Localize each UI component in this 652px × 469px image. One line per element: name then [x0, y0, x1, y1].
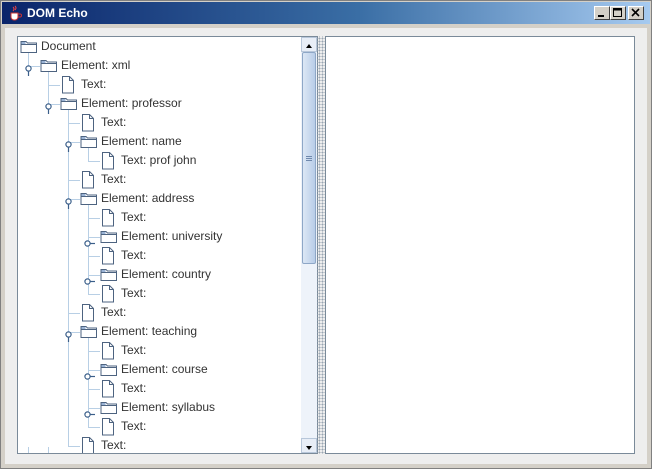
title-bar[interactable]: DOM Echo: [2, 2, 650, 24]
scrollbar-thumb[interactable]: [302, 52, 316, 264]
tree-connector-line: [88, 161, 100, 162]
tree-scroll-pane: Document Element: xml Text: Element: profes…: [17, 36, 318, 454]
tree-node-label: Element: course: [121, 362, 208, 376]
expanded-handle-icon[interactable]: [24, 62, 33, 76]
collapsed-handle-icon[interactable]: [84, 366, 95, 380]
tree-connector-line: [88, 351, 100, 352]
expanded-handle-icon[interactable]: [64, 195, 73, 209]
collapsed-handle-icon[interactable]: [84, 233, 95, 247]
folder-icon: [40, 57, 58, 79]
expanded-handle-icon[interactable]: [64, 328, 73, 342]
tree-connector-line: [68, 446, 80, 447]
tree-node-label: Element: country: [121, 267, 212, 281]
tree-node-label: Text:: [101, 115, 127, 129]
folder-icon: [80, 133, 98, 155]
folder-icon: [60, 95, 78, 117]
app-window: DOM Echo Document Element: xml Text: Elemen…: [0, 0, 652, 469]
close-icon: [631, 8, 640, 17]
tree-node-label: Element: name: [101, 134, 182, 148]
expanded-handle-icon[interactable]: [64, 138, 73, 152]
tree-node-label: Document: [41, 39, 96, 53]
tree-node-label: Text:: [121, 248, 147, 262]
tree-node-label: Element: syllabus: [121, 400, 216, 414]
client-area: Document Element: xml Text: Element: profes…: [5, 28, 647, 464]
document-icon: [80, 437, 96, 453]
java-cup-icon: [10, 5, 22, 21]
collapsed-handle-icon[interactable]: [84, 271, 95, 285]
dom-tree[interactable]: Document Element: xml Text: Element: profes…: [18, 37, 301, 453]
tree-connector-line: [28, 447, 29, 453]
scroll-up-button[interactable]: [301, 37, 317, 52]
tree-node-label: Text:: [121, 419, 147, 433]
tree-connector-line: [48, 447, 49, 453]
tree-node-label: Text:: [101, 172, 127, 186]
grip-icon: [306, 156, 312, 161]
tree-connector-line: [88, 427, 100, 428]
tree-node-label: Element: address: [101, 191, 195, 205]
minimize-icon: [598, 15, 604, 17]
folder-icon: [20, 38, 38, 60]
tree-node-label: Text:: [101, 305, 127, 319]
tree-connector-line: [68, 123, 80, 124]
close-button[interactable]: [628, 6, 644, 20]
tree-node-label: Text:: [81, 77, 107, 91]
vertical-scrollbar[interactable]: [301, 37, 317, 453]
folder-icon: [80, 190, 98, 212]
maximize-icon: [613, 8, 622, 17]
tree-connector-line: [68, 180, 80, 181]
tree-node-label: Text:: [121, 286, 147, 300]
tree-connector-line: [68, 110, 69, 446]
expanded-handle-icon[interactable]: [44, 100, 53, 114]
tree-connector-line: [88, 218, 100, 219]
tree-connector-line: [88, 294, 100, 295]
folder-icon: [80, 323, 98, 345]
tree-node-label: Element: xml: [61, 58, 131, 72]
maximize-button[interactable]: [610, 6, 626, 20]
tree-node-label: Text:: [101, 438, 127, 452]
minimize-button[interactable]: [594, 6, 610, 20]
tree-node-label: Text: prof john: [121, 153, 197, 167]
tree-node-label: Text:: [121, 381, 147, 395]
tree-connector-line: [48, 85, 60, 86]
tree-node-label: Element: university: [121, 229, 223, 243]
tree-connector-line: [88, 389, 100, 390]
tree-connector-line: [88, 256, 100, 257]
tree-node-label: Text:: [121, 210, 147, 224]
arrow-down-icon: [306, 446, 312, 450]
tree-node-label: Element: professor: [81, 96, 182, 110]
tree-node-label: Text:: [121, 343, 147, 357]
scroll-down-button[interactable]: [301, 438, 317, 453]
tree-connector-line: [68, 313, 80, 314]
collapsed-handle-icon[interactable]: [84, 404, 95, 418]
detail-pane[interactable]: [325, 36, 635, 454]
window-title: DOM Echo: [27, 6, 88, 20]
tree-node-label: Element: teaching: [101, 324, 198, 338]
